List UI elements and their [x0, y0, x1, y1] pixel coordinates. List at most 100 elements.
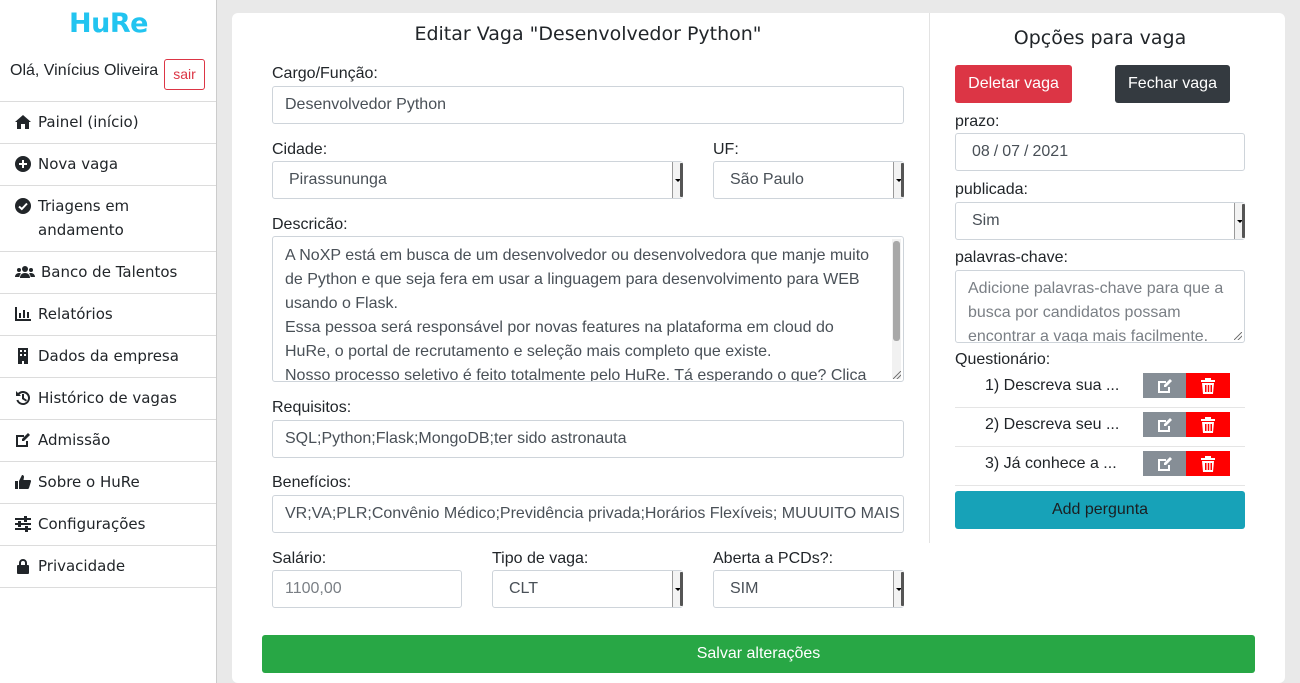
- sidebar-item-label: Nova vaga: [38, 155, 119, 173]
- questionario-label: Questionário:: [955, 351, 1051, 368]
- tipo-vaga-select[interactable]: CLT: [492, 570, 683, 608]
- add-question-button[interactable]: Add pergunta: [955, 491, 1245, 529]
- cidade-value: Pirassununga: [289, 171, 387, 188]
- resize-grip-icon[interactable]: [893, 371, 901, 379]
- resize-grip-icon[interactable]: [1234, 332, 1242, 340]
- column-divider: [929, 13, 930, 543]
- edit-icon: [1157, 378, 1172, 393]
- prazo-date-input[interactable]: 08/07/2021: [955, 133, 1245, 171]
- page-title: Editar Vaga "Desenvolvedor Python": [414, 23, 762, 45]
- beneficios-value: VR;VA;PLR;Convênio Médico;Previdência pr…: [285, 505, 900, 522]
- descricao-scrollbar[interactable]: [892, 239, 901, 379]
- edit-question-button[interactable]: [1143, 451, 1186, 476]
- cidade-label: Cidade:: [272, 141, 328, 158]
- sidebar-item-banco-talentos[interactable]: Banco de Talentos: [0, 252, 216, 294]
- salario-label: Salário:: [272, 550, 327, 567]
- sidebar-item-triagens[interactable]: Triagens em andamento: [0, 186, 216, 252]
- cargo-value: Desenvolvedor Python: [285, 96, 446, 113]
- sidebar: HuRe Olá, Vinícius Oliveira sair Painel …: [0, 0, 217, 683]
- delete-question-button[interactable]: [1186, 412, 1230, 437]
- logout-button[interactable]: sair: [164, 59, 205, 90]
- keywords-textarea[interactable]: Adicione palavras-chave para que a busca…: [955, 270, 1245, 343]
- sidebar-item-privacidade[interactable]: Privacidade: [0, 546, 216, 588]
- sidebar-item-label: Admissão: [38, 431, 111, 449]
- trash-icon: [1201, 377, 1215, 394]
- trash-icon: [1201, 416, 1215, 433]
- sidebar-item-dados-empresa[interactable]: Dados da empresa: [0, 336, 216, 378]
- sidebar-item-sobre[interactable]: Sobre o HuRe: [0, 462, 216, 504]
- question-row: 3) Já conhece a ...: [955, 447, 1245, 486]
- sidebar-item-relatorios[interactable]: Relatórios: [0, 294, 216, 336]
- question-text: 1) Descreva sua ...: [985, 377, 1120, 394]
- descricao-line: Essa pessoa será responsável por novas f…: [285, 319, 834, 336]
- keywords-placeholder: Adicione palavras-chave para que a busca…: [968, 280, 1224, 343]
- descricao-line: Nosso processo seletivo é feito totalmen…: [285, 367, 867, 382]
- thumbs-up-icon: [15, 474, 32, 491]
- publicada-value: Sim: [972, 212, 1000, 229]
- hure-logo[interactable]: HuRe: [0, 8, 217, 39]
- sidebar-item-nova-vaga[interactable]: Nova vaga: [0, 144, 216, 186]
- check-circle-icon: [15, 198, 32, 215]
- sidebar-item-label: Dados da empresa: [38, 347, 179, 365]
- uf-label: UF:: [713, 141, 739, 158]
- sidebar-item-label: Sobre o HuRe: [38, 473, 140, 491]
- close-vaga-button[interactable]: Fechar vaga: [1115, 65, 1230, 103]
- question-row: 2) Descreva seu ...: [955, 408, 1245, 447]
- scrollbar-thumb[interactable]: [893, 241, 900, 341]
- prazo-label: prazo:: [955, 113, 1000, 130]
- sliders-icon: [15, 516, 32, 533]
- requisitos-label: Requisitos:: [272, 399, 352, 416]
- descricao-textarea[interactable]: A NoXP está em busca de um desenvolvedor…: [272, 236, 904, 382]
- pcd-select[interactable]: SIM: [713, 570, 904, 608]
- date-separator: /: [993, 143, 999, 160]
- users-icon: [15, 264, 35, 281]
- delete-question-button[interactable]: [1186, 373, 1230, 398]
- lock-icon: [15, 558, 32, 575]
- sidebar-item-painel[interactable]: Painel (início): [0, 102, 216, 144]
- tipo-vaga-label: Tipo de vaga:: [492, 550, 589, 567]
- save-button[interactable]: Salvar alterações: [262, 635, 1255, 673]
- prazo-day: 08: [972, 143, 990, 160]
- sidebar-item-label: Histórico de vagas: [38, 389, 177, 407]
- chevron-down-icon: [672, 162, 683, 198]
- sidebar-item-label: Configurações: [38, 515, 146, 533]
- requisitos-input[interactable]: SQL;Python;Flask;MongoDB;ter sido astron…: [272, 420, 904, 458]
- publicada-select[interactable]: Sim: [955, 202, 1245, 240]
- edit-icon: [1157, 417, 1172, 432]
- descricao-line: HuRe, o portal de recrutamento e seleção…: [285, 343, 772, 360]
- chart-bar-icon: [15, 306, 32, 323]
- user-greeting: Olá, Vinícius Oliveira: [10, 62, 159, 79]
- beneficios-input[interactable]: VR;VA;PLR;Convênio Médico;Previdência pr…: [272, 495, 904, 533]
- sidebar-item-configuracoes[interactable]: Configurações: [0, 504, 216, 546]
- history-icon: [15, 390, 32, 407]
- chevron-down-icon: [893, 571, 904, 607]
- cidade-select[interactable]: Pirassununga: [272, 161, 683, 199]
- sidebar-nav: Painel (início) Nova vaga Triagens em an…: [0, 101, 216, 588]
- sidebar-item-label: Triagens em andamento: [38, 197, 130, 239]
- uf-select[interactable]: São Paulo: [713, 161, 904, 199]
- trash-icon: [1201, 455, 1215, 472]
- cargo-label: Cargo/Função:: [272, 65, 378, 82]
- delete-question-button[interactable]: [1186, 451, 1230, 476]
- edit-doc-icon: [15, 432, 32, 449]
- sidebar-item-label: Painel (início): [38, 113, 139, 131]
- descricao-label: Descricão:: [272, 216, 348, 233]
- sidebar-item-admissao[interactable]: Admissão: [0, 420, 216, 462]
- chevron-down-icon: [1234, 203, 1245, 239]
- pcd-label: Aberta a PCDs?:: [713, 550, 834, 567]
- options-title: Opções para vaga: [1013, 27, 1187, 49]
- chevron-down-icon: [893, 162, 904, 198]
- prazo-year: 2021: [1032, 143, 1069, 160]
- salario-input[interactable]: 1100,00: [272, 570, 462, 608]
- beneficios-label: Benefícios:: [272, 474, 352, 491]
- sidebar-item-label: Banco de Talentos: [41, 263, 178, 281]
- edit-question-button[interactable]: [1143, 373, 1186, 398]
- edit-icon: [1157, 456, 1172, 471]
- delete-vaga-button[interactable]: Deletar vaga: [955, 65, 1072, 103]
- cargo-input[interactable]: Desenvolvedor Python: [272, 86, 904, 124]
- sidebar-item-label: Privacidade: [38, 557, 126, 575]
- sidebar-item-historico[interactable]: Histórico de vagas: [0, 378, 216, 420]
- home-icon: [15, 114, 32, 131]
- edit-question-button[interactable]: [1143, 412, 1186, 437]
- tipo-vaga-value: CLT: [509, 580, 539, 597]
